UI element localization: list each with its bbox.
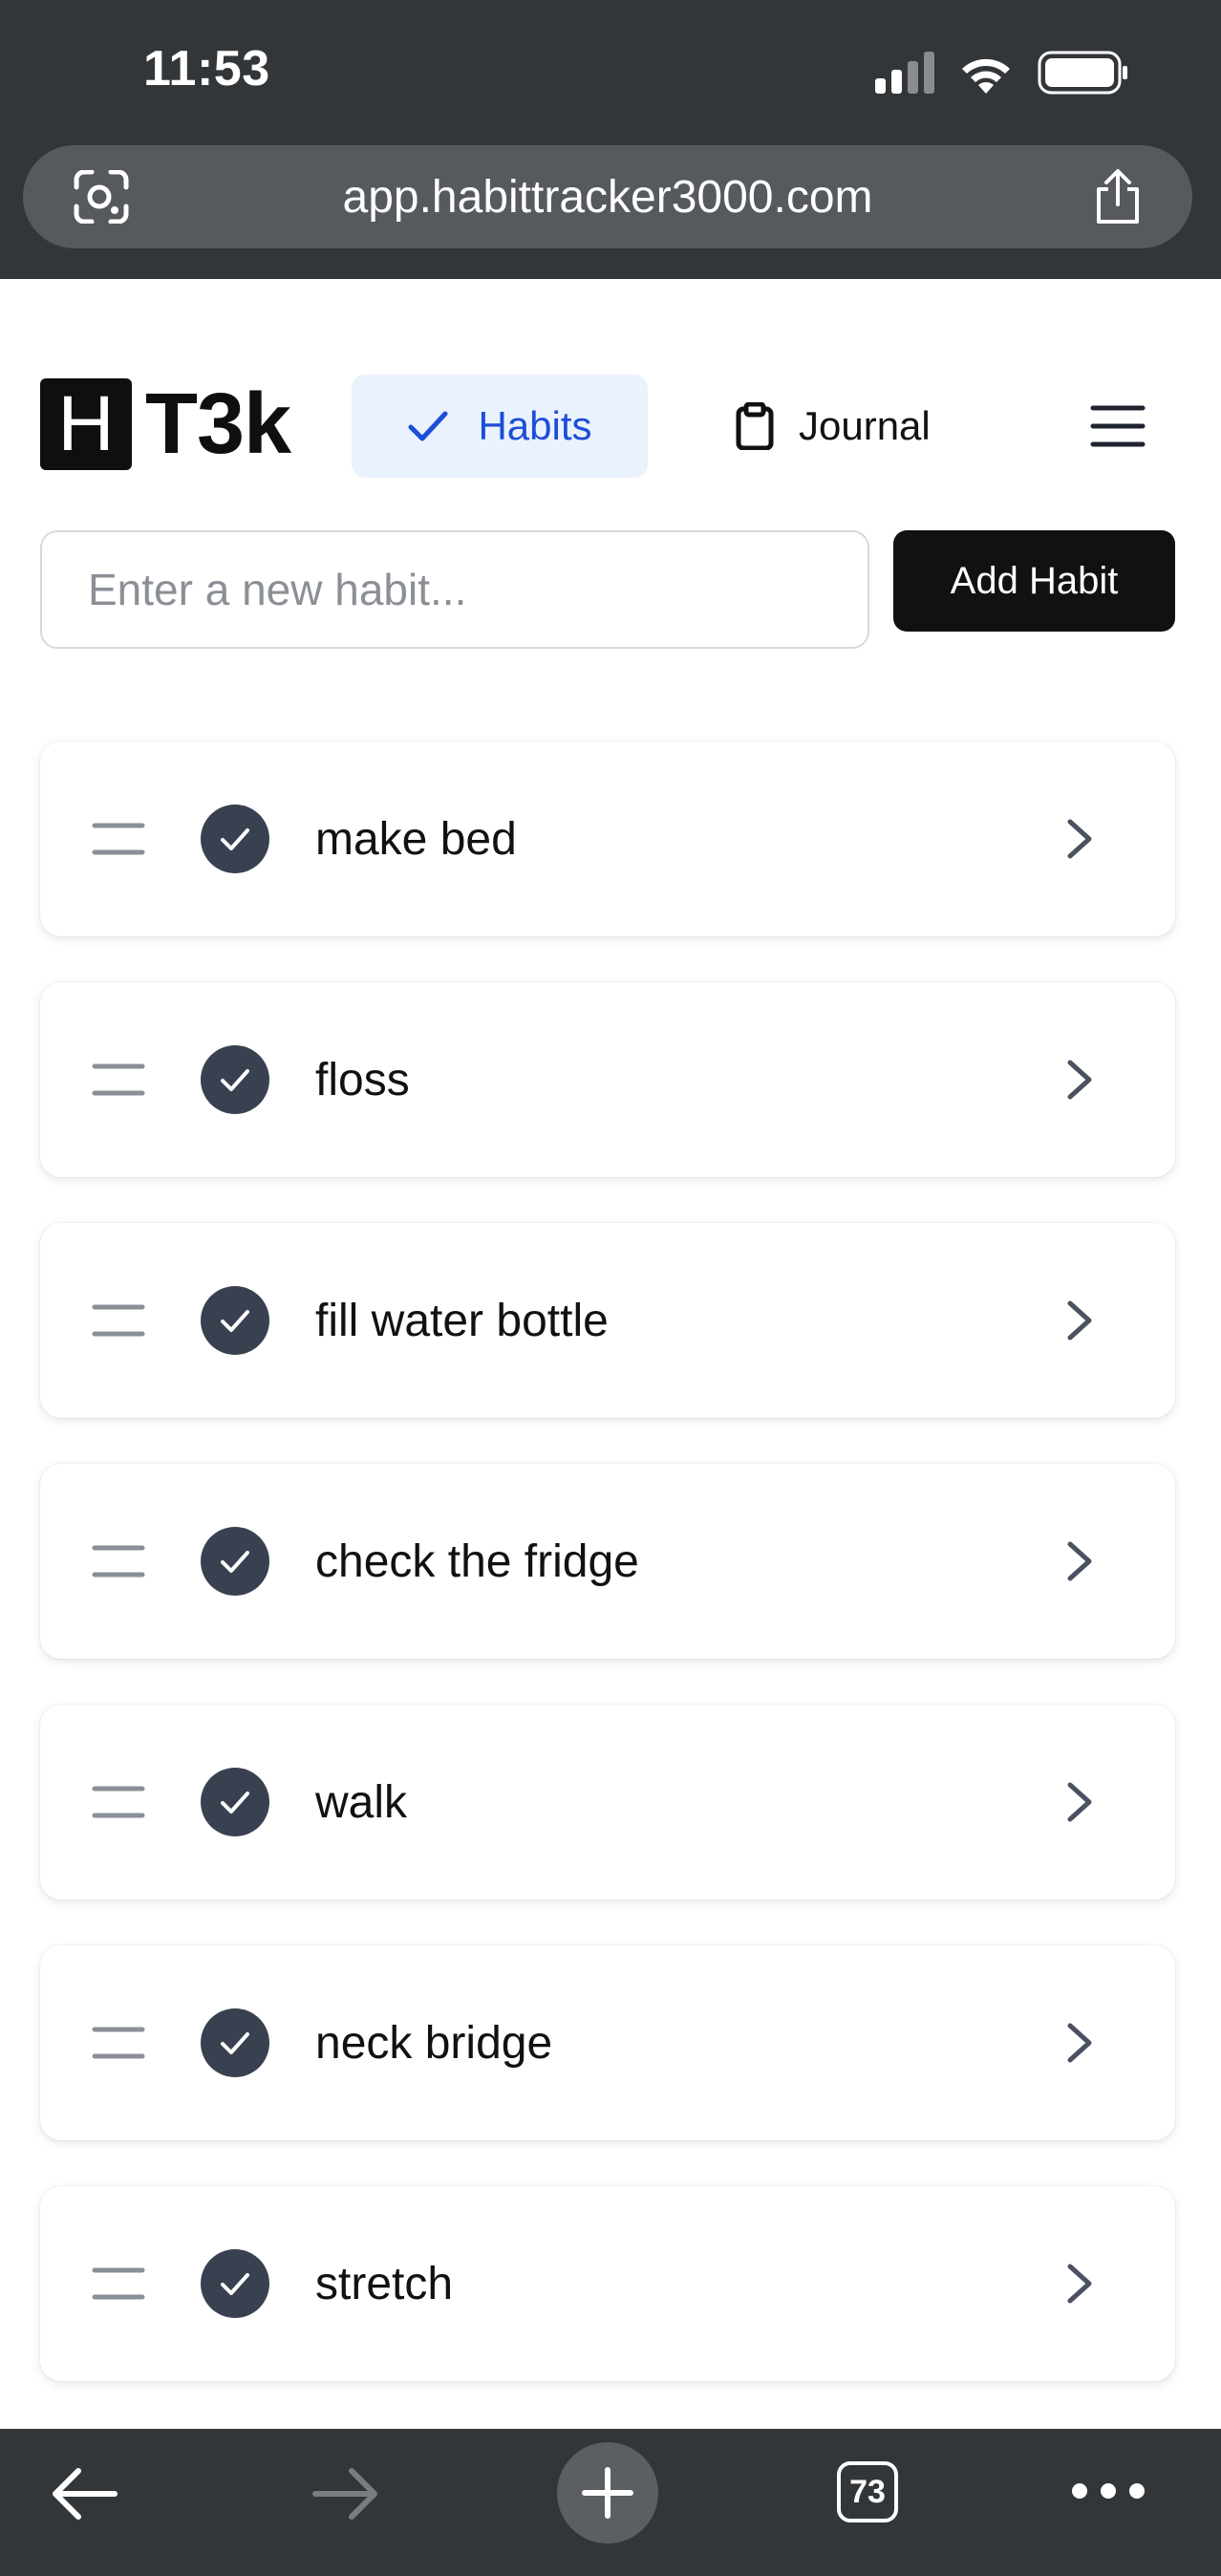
chevron-right-icon[interactable] <box>1062 818 1097 860</box>
drag-handle-icon[interactable] <box>92 1301 145 1340</box>
add-habit-button[interactable]: Add Habit <box>893 530 1175 632</box>
chevron-right-icon[interactable] <box>1062 1540 1097 1582</box>
address-bar[interactable]: app.habittracker3000.com <box>23 145 1192 248</box>
hamburger-menu-icon[interactable] <box>1089 397 1146 455</box>
habit-card[interactable]: neck bridge <box>40 1945 1175 2140</box>
status-time: 11:53 <box>143 41 270 97</box>
browser-bottom-toolbar: 73 <box>0 2429 1221 2576</box>
tabs-icon[interactable]: 73 <box>837 2461 898 2522</box>
logo-mark: H <box>40 378 132 470</box>
logo-text: T3k <box>145 376 291 472</box>
nav-habits-tab[interactable]: Habits <box>352 375 648 478</box>
drag-handle-icon[interactable] <box>92 1061 145 1099</box>
habit-card[interactable]: check the fridge <box>40 1464 1175 1659</box>
habit-card[interactable]: make bed <box>40 741 1175 936</box>
share-icon[interactable] <box>1091 168 1145 225</box>
back-arrow-icon[interactable] <box>50 2465 118 2522</box>
completed-check-icon[interactable] <box>201 1045 269 1114</box>
habit-list: make bed floss fill water bottle check the … <box>40 741 1175 2427</box>
check-icon <box>407 409 449 443</box>
nav-journal-label: Journal <box>799 403 931 448</box>
habit-card[interactable]: walk <box>40 1705 1175 1900</box>
habit-card[interactable]: stretch <box>40 2186 1175 2381</box>
status-bar: 11:53 <box>0 0 1221 143</box>
chevron-right-icon[interactable] <box>1062 2263 1097 2305</box>
new-tab-icon[interactable] <box>557 2442 658 2544</box>
wifi-icon <box>957 52 1015 94</box>
habit-label: neck bridge <box>315 2017 553 2069</box>
chevron-right-icon[interactable] <box>1062 2022 1097 2064</box>
completed-check-icon[interactable] <box>201 805 269 873</box>
habit-label: check the fridge <box>315 1535 639 1587</box>
habit-label: make bed <box>315 813 517 865</box>
drag-handle-icon[interactable] <box>92 820 145 858</box>
habit-label: floss <box>315 1054 410 1106</box>
drag-handle-icon[interactable] <box>92 1542 145 1580</box>
chevron-right-icon[interactable] <box>1062 1299 1097 1342</box>
drag-handle-icon[interactable] <box>92 1783 145 1821</box>
habit-card[interactable]: fill water bottle <box>40 1223 1175 1418</box>
app-header: H T3k Habits Journal <box>0 279 1221 518</box>
nav-journal-tab[interactable]: Journal <box>736 375 975 478</box>
drag-handle-icon[interactable] <box>92 2265 145 2303</box>
completed-check-icon[interactable] <box>201 2249 269 2318</box>
forward-arrow-icon[interactable] <box>311 2465 380 2522</box>
habit-label: walk <box>315 1776 408 1828</box>
url-text[interactable]: app.habittracker3000.com <box>23 145 1192 248</box>
habit-label: stretch <box>315 2258 454 2309</box>
new-habit-input[interactable] <box>40 530 869 649</box>
completed-check-icon[interactable] <box>201 1768 269 1836</box>
chevron-right-icon[interactable] <box>1062 1781 1097 1823</box>
chevron-right-icon[interactable] <box>1062 1059 1097 1101</box>
completed-check-icon[interactable] <box>201 2008 269 2077</box>
completed-check-icon[interactable] <box>201 1527 269 1596</box>
drag-handle-icon[interactable] <box>92 2024 145 2062</box>
clipboard-icon <box>736 402 774 450</box>
status-icons <box>875 46 1129 99</box>
habit-card[interactable]: floss <box>40 982 1175 1177</box>
more-icon[interactable] <box>1070 2477 1146 2505</box>
battery-icon <box>1038 51 1129 95</box>
signal-icon <box>875 52 934 94</box>
habit-label: fill water bottle <box>315 1295 609 1346</box>
logo[interactable]: H T3k <box>40 376 291 472</box>
completed-check-icon[interactable] <box>201 1286 269 1355</box>
nav-habits-label: Habits <box>478 403 592 448</box>
